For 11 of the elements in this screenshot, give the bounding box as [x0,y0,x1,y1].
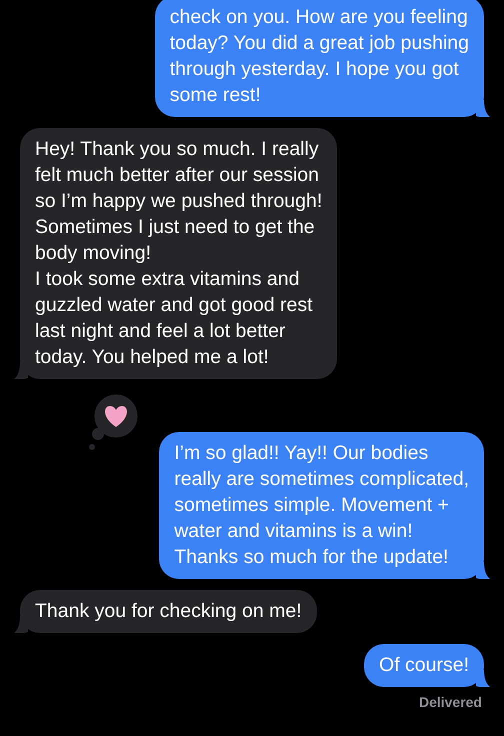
message-bubble: Of course! [364,644,484,687]
bubble-tail [476,562,490,579]
message-bubble: Hey! Thank you so much. I really felt much better after our session so I’m happy we pushed through! Sometimes I just need to get the body moving! I took some extra vitamins and guzzled water and got good rest last night and feel a lot better today. You helped me a lot! [20,128,338,379]
delivery-status: Delivered [418,694,482,710]
bubble-tail [14,616,28,633]
bubble-tail [14,362,28,379]
message-bubble: Thank you for checking on me! [20,590,317,633]
message-bubble: I’m so glad!! Yay!! Our bodies really are sometimes complicated, sometimes simple. Movement + water and vitamins is a win! Thanks so much for the update! [159,432,484,579]
bubble-tail [476,100,490,117]
message-bubble: check on you. How are you feeling today? You did a great job pushing through yesterday. I hope you got some rest! [154,0,484,117]
bubble-tail [476,670,490,687]
